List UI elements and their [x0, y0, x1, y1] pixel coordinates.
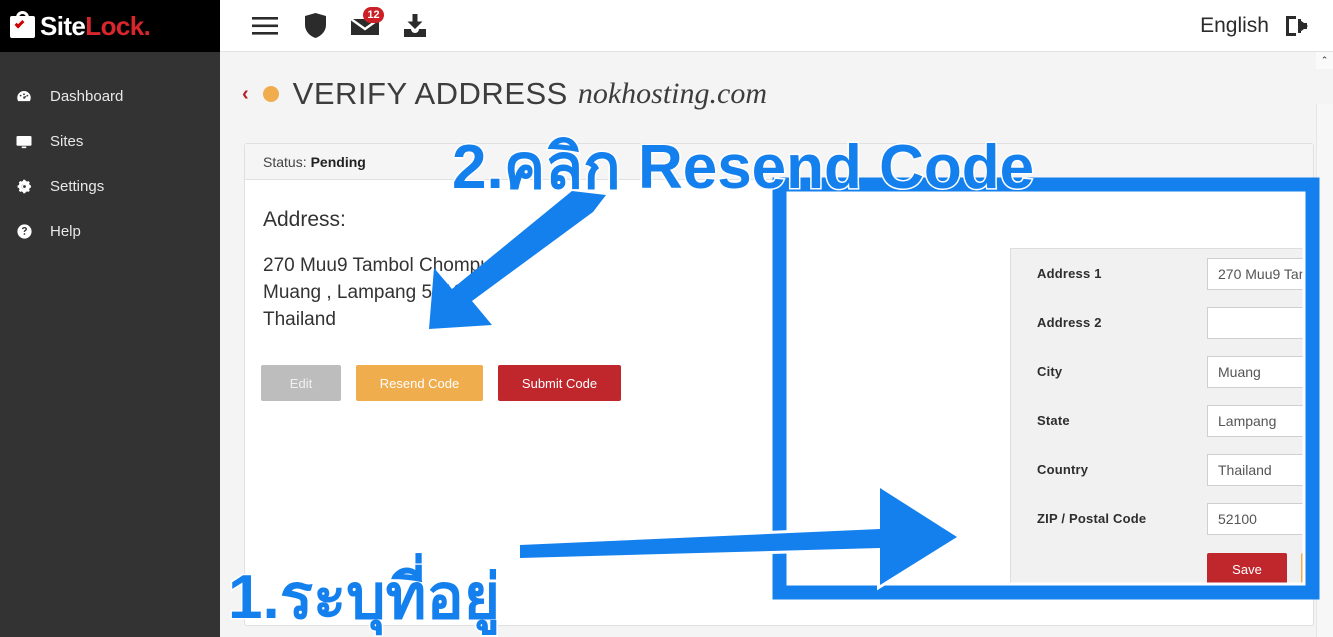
main-content: ‹ VERIFY ADDRESS nokhosting.com Status: … — [220, 52, 1333, 637]
brand-name: SiteLock. — [40, 11, 151, 41]
envelope-icon[interactable]: 12 — [340, 0, 390, 52]
sidebar-item-settings[interactable]: Settings — [0, 164, 220, 209]
field-label: State — [1037, 413, 1070, 428]
download-inbox-icon[interactable] — [390, 0, 440, 52]
field-label: Country — [1037, 462, 1089, 477]
edit-button[interactable]: Edit — [261, 365, 341, 401]
scroll-up-button[interactable]: ⌃ — [1316, 52, 1333, 69]
sidebar-item-label: Settings — [50, 178, 105, 195]
form-row-city: City — [1011, 347, 1333, 396]
submit-code-button[interactable]: Submit Code — [498, 365, 621, 401]
form-row-state: State — [1011, 396, 1333, 445]
edit-address-form: Address 1 Address 2 City State Country Z… — [1010, 248, 1333, 586]
logout-icon[interactable] — [1269, 0, 1325, 52]
site-name: nokhosting.com — [577, 77, 767, 110]
brand-name-red: Lock. — [85, 11, 151, 41]
back-chevron-icon[interactable]: ‹ — [242, 84, 249, 104]
brand-name-dark: Site — [40, 11, 86, 41]
status-bar: Status: Pending — [245, 144, 1313, 180]
question-circle-icon — [10, 223, 38, 240]
gear-icon — [10, 178, 38, 195]
field-label: City — [1037, 364, 1063, 379]
monitor-icon — [10, 133, 38, 151]
page-title: VERIFY ADDRESS — [292, 76, 568, 111]
sidebar: SiteLock. Dashboard Sites Settings Help — [0, 0, 220, 637]
form-row-zip: ZIP / Postal Code — [1011, 494, 1333, 543]
field-label: Address 2 — [1037, 315, 1102, 330]
address-heading: Address: — [263, 208, 346, 231]
sidebar-item-label: Sites — [50, 133, 84, 150]
resend-code-button[interactable]: Resend Code — [356, 365, 483, 401]
language-selector[interactable]: English — [1200, 14, 1269, 38]
sidebar-item-help[interactable]: Help — [0, 209, 220, 254]
address-1-input[interactable] — [1207, 257, 1333, 290]
city-input[interactable] — [1207, 355, 1333, 388]
save-button[interactable]: Save — [1207, 553, 1287, 586]
country-input[interactable] — [1207, 453, 1333, 486]
vertical-scrollbar[interactable] — [1316, 104, 1333, 637]
sitelock-padlock-bag-icon — [8, 11, 38, 41]
address-2-input[interactable] — [1207, 306, 1333, 339]
dashboard-icon — [10, 88, 38, 106]
sidebar-item-label: Help — [50, 223, 81, 240]
sidebar-item-label: Dashboard — [50, 88, 124, 105]
shield-icon[interactable] — [290, 0, 340, 52]
field-label: Address 1 — [1037, 266, 1102, 281]
hamburger-menu-icon[interactable] — [240, 0, 290, 52]
top-bar: 12 English — [220, 0, 1333, 52]
sidebar-nav: Dashboard Sites Settings Help — [0, 52, 220, 254]
zip-input[interactable] — [1207, 502, 1333, 535]
status-label: Status: — [263, 153, 307, 170]
app-root: SiteLock. Dashboard Sites Settings Help … — [0, 0, 1333, 637]
form-row-address-1: Address 1 — [1011, 249, 1333, 298]
field-label: ZIP / Postal Code — [1037, 511, 1147, 526]
page-header: ‹ VERIFY ADDRESS nokhosting.com — [220, 52, 1333, 114]
mail-count-badge: 12 — [363, 6, 384, 23]
sidebar-item-dashboard[interactable]: Dashboard — [0, 74, 220, 119]
status-value: Pending — [310, 153, 366, 170]
status-dot-indicator — [262, 86, 279, 102]
form-action-buttons: Save Cancel — [1011, 543, 1333, 586]
state-input[interactable] — [1207, 404, 1333, 437]
form-row-country: Country — [1011, 445, 1333, 494]
form-row-address-2: Address 2 — [1011, 298, 1333, 347]
sidebar-item-sites[interactable]: Sites — [0, 119, 220, 164]
brand-logo[interactable]: SiteLock. — [0, 0, 220, 52]
